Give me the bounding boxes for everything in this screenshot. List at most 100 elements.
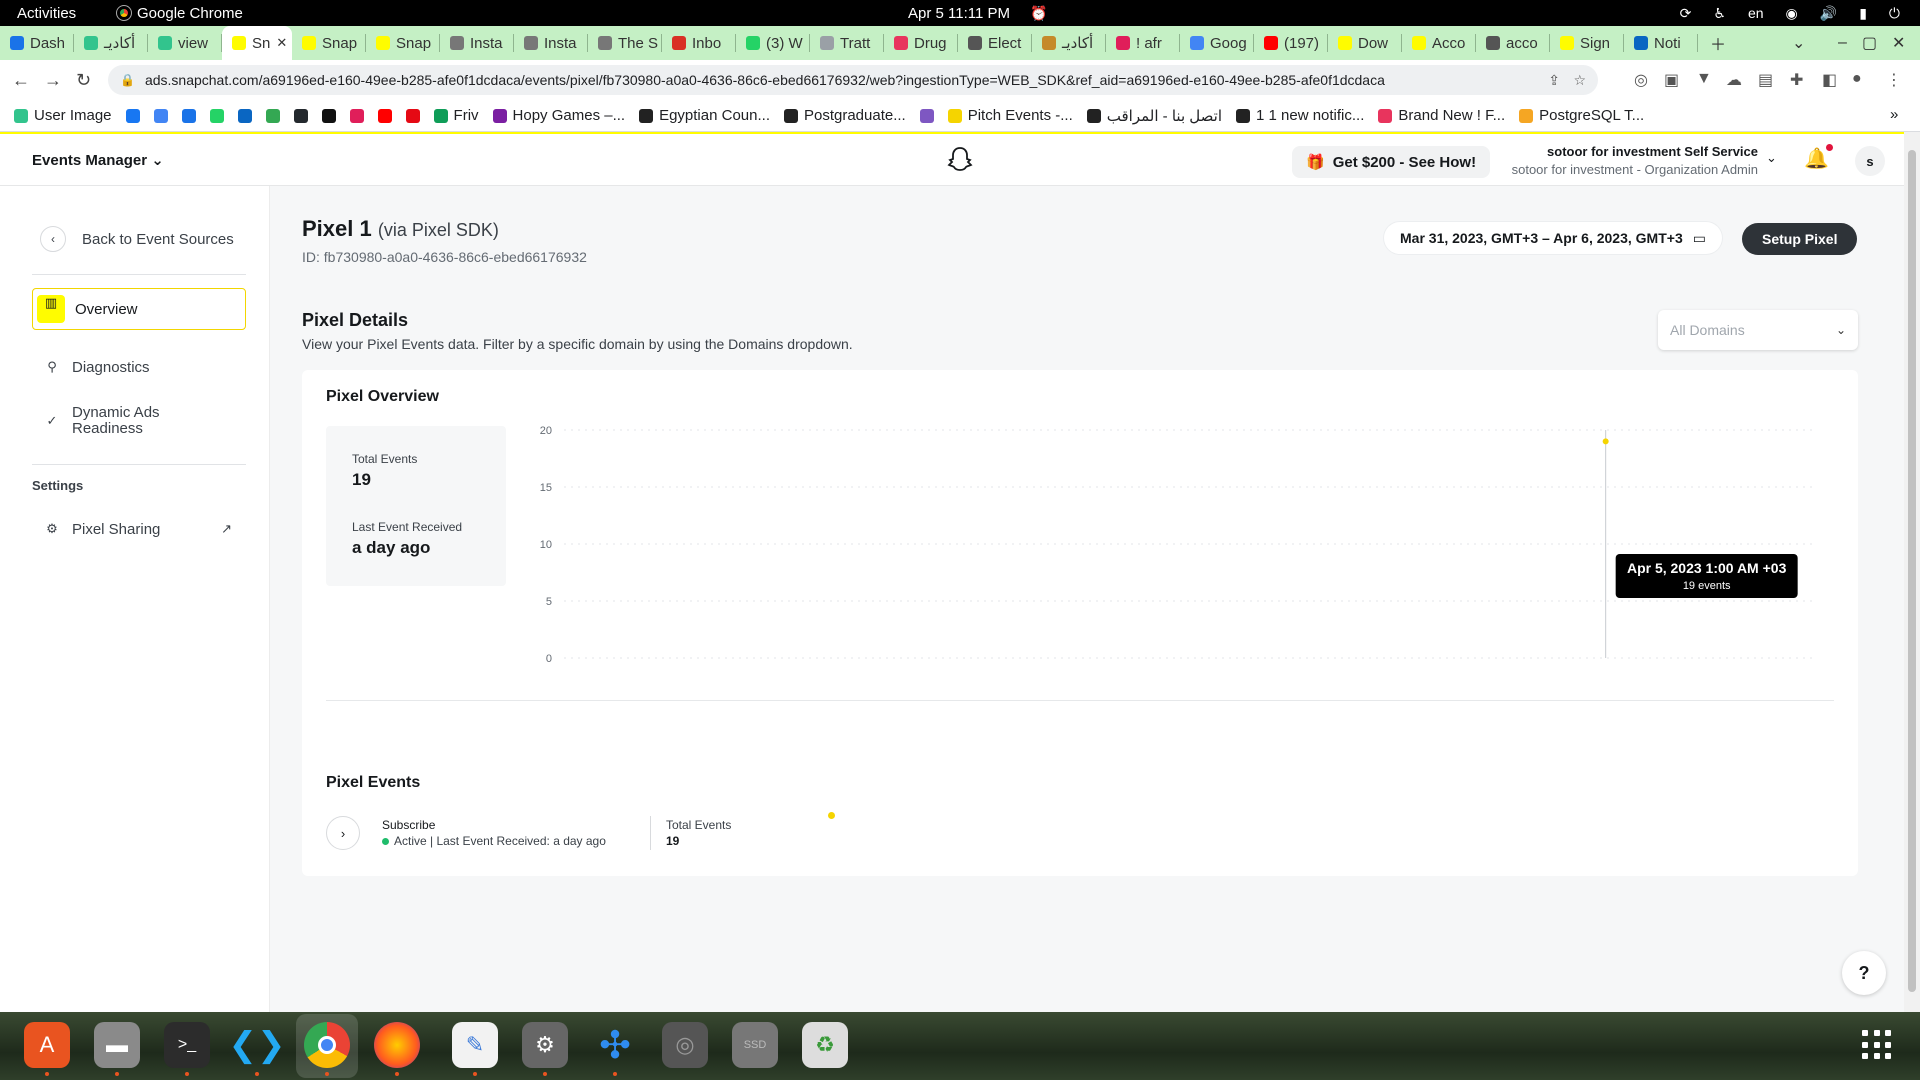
bookmark-item[interactable]	[405, 108, 420, 123]
notifications-bell-icon[interactable]: 🔔	[1804, 144, 1833, 171]
browser-tab[interactable]: Goog	[1180, 26, 1254, 60]
clock[interactable]: Apr 5 11:11 PM	[908, 5, 1010, 22]
browser-tab[interactable]: Elect	[958, 26, 1032, 60]
battery-icon[interactable]: ▮	[1859, 5, 1867, 22]
setup-pixel-button[interactable]: Setup Pixel	[1742, 223, 1858, 255]
settings-gear-icon[interactable]: ⚙	[522, 1022, 568, 1076]
terminal-icon[interactable]: >_	[164, 1022, 210, 1076]
ssd-drive-icon[interactable]: SSD	[732, 1022, 778, 1068]
browser-tab[interactable]: Insta	[514, 26, 588, 60]
extension-icon[interactable]: ▤	[1758, 70, 1773, 90]
disk-utility-icon[interactable]: ◎	[662, 1022, 708, 1068]
bookmark-item[interactable]	[293, 108, 308, 123]
activities-button[interactable]: Activities	[17, 5, 76, 22]
data-point[interactable]	[1602, 438, 1609, 445]
chrome-icon[interactable]	[304, 1022, 350, 1076]
browser-tab[interactable]: Snap	[366, 26, 440, 60]
bookmark-item[interactable]	[125, 108, 140, 123]
snapchat-ghost-icon[interactable]	[947, 146, 973, 174]
power-icon[interactable]: ⏻	[1889, 5, 1900, 22]
sync-icon[interactable]: ⟳	[1680, 5, 1692, 22]
browser-tab[interactable]: Insta	[440, 26, 514, 60]
browser-tab[interactable]: Inbo	[662, 26, 736, 60]
browser-tab[interactable]: view	[148, 26, 222, 60]
bookmark-item[interactable]	[377, 108, 392, 123]
promo-button[interactable]: 🎁 Get $200 - See How!	[1292, 146, 1491, 178]
chevron-down-icon[interactable]: ⌄	[1766, 150, 1777, 166]
side-panel-icon[interactable]: ◧	[1822, 70, 1837, 90]
remote-desktop-icon[interactable]: ✣	[592, 1022, 638, 1076]
extension-icon[interactable]: ▼	[1696, 70, 1712, 88]
browser-tab[interactable]: (3) W	[736, 26, 810, 60]
date-range-picker[interactable]: Mar 31, 2023, GMT+3 – Apr 6, 2023, GMT+3…	[1384, 222, 1722, 254]
trash-icon[interactable]: ♻	[802, 1022, 848, 1068]
wifi-icon[interactable]: ◉	[1786, 5, 1798, 22]
software-center-icon[interactable]: A	[24, 1022, 70, 1076]
expand-row-button[interactable]: ›	[326, 816, 360, 850]
browser-tab[interactable]: Acco	[1402, 26, 1476, 60]
reload-icon[interactable]: ↻	[76, 70, 91, 91]
tab-active[interactable]: Sn ✕	[222, 26, 292, 60]
browser-tab[interactable]: (197)	[1254, 26, 1328, 60]
files-icon[interactable]: ▬	[94, 1022, 140, 1076]
browser-tab[interactable]: The S	[588, 26, 662, 60]
menu-dots-icon[interactable]: ⋮	[1886, 70, 1902, 90]
bookmark-item[interactable]	[181, 108, 196, 123]
bookmark-item[interactable]: Postgraduate...	[783, 107, 906, 124]
share-icon[interactable]: ⇪	[1548, 72, 1560, 89]
domains-dropdown[interactable]: All Domains ⌄	[1658, 310, 1858, 350]
page-scrollbar[interactable]	[1904, 132, 1920, 1012]
puzzle-icon[interactable]: ✚	[1790, 70, 1803, 90]
bookmark-item[interactable]: 1 1 new notific...	[1236, 107, 1364, 124]
bookmark-item[interactable]: User Image	[14, 107, 112, 124]
browser-tab[interactable]: أكاديـ	[74, 26, 148, 60]
sidebar-item-diagnostics[interactable]: ⚲ Diagnostics	[32, 352, 246, 382]
firefox-icon[interactable]	[374, 1022, 420, 1076]
bookmark-item[interactable]	[209, 108, 224, 123]
vscode-icon[interactable]: ❮❯	[229, 1022, 286, 1076]
sidebar-item-pixel-sharing[interactable]: ⚙ Pixel Sharing ↗	[32, 514, 246, 544]
language-indicator[interactable]: en	[1748, 5, 1764, 21]
bookmark-item[interactable]: PostgreSQL T...	[1519, 107, 1644, 124]
close-window-icon[interactable]: ✕	[1892, 26, 1905, 60]
bookmark-item[interactable]	[237, 108, 252, 123]
browser-tab[interactable]: أكاديـ	[1032, 26, 1106, 60]
tab-search-icon[interactable]: ⌄	[1792, 26, 1805, 60]
product-switcher[interactable]: Events Manager ⌄	[32, 151, 164, 169]
close-tab-icon[interactable]: ✕	[276, 35, 287, 51]
browser-tab[interactable]: Drug	[884, 26, 958, 60]
minimize-icon[interactable]: –	[1838, 26, 1847, 60]
bookmark-item[interactable]: Egyptian Coun...	[639, 107, 770, 124]
show-applications-icon[interactable]	[1862, 1030, 1892, 1060]
volume-icon[interactable]: 🔊	[1820, 5, 1837, 22]
bookmark-item[interactable]: Brand New ! F...	[1378, 107, 1505, 124]
browser-tab[interactable]: Sign	[1550, 26, 1624, 60]
sidebar-item-overview[interactable]: ▥ Overview	[32, 288, 246, 330]
user-avatar[interactable]: s	[1855, 146, 1885, 176]
accessibility-icon[interactable]: ♿	[1713, 5, 1726, 22]
maximize-icon[interactable]: ▢	[1862, 26, 1877, 60]
scrollbar-thumb[interactable]	[1908, 150, 1916, 992]
browser-tab[interactable]: ! afr	[1106, 26, 1180, 60]
browser-tab[interactable]: Noti	[1624, 26, 1698, 60]
events-chart[interactable]: 0 5 10 15 20 Apr 5, 2023 1:00 AM +03 19 events	[524, 424, 1844, 678]
extension-icon[interactable]: ☁	[1726, 70, 1742, 90]
bookmark-item[interactable]: Hopy Games –...	[492, 107, 625, 124]
address-bar[interactable]: 🔒 ads.snapchat.com/a69196ed-e160-49ee-b2…	[108, 65, 1598, 95]
browser-tab[interactable]: Dow	[1328, 26, 1402, 60]
back-to-event-sources-link[interactable]: ‹ Back to Event Sources	[40, 226, 234, 252]
bookmark-item[interactable]: Friv	[433, 107, 479, 124]
sidebar-item-dynamic-ads-readiness[interactable]: ✓ Dynamic Ads Readiness	[32, 404, 246, 438]
bookmark-star-icon[interactable]: ☆	[1573, 72, 1586, 89]
bookmark-item[interactable]	[321, 108, 336, 123]
lock-icon[interactable]: 🔒	[120, 73, 135, 87]
profile-avatar[interactable]: ●	[1852, 70, 1862, 88]
camera-extension-icon[interactable]: ◎	[1634, 70, 1648, 90]
active-app-menu[interactable]: Google Chrome	[116, 5, 243, 22]
new-tab-button[interactable]: ＋	[1710, 26, 1726, 60]
back-arrow-icon[interactable]: ←	[12, 70, 30, 91]
bookmark-item[interactable]	[919, 108, 934, 123]
forward-arrow-icon[interactable]: →	[44, 70, 62, 91]
browser-tab[interactable]: acco	[1476, 26, 1550, 60]
text-editor-icon[interactable]: ✎	[452, 1022, 498, 1076]
